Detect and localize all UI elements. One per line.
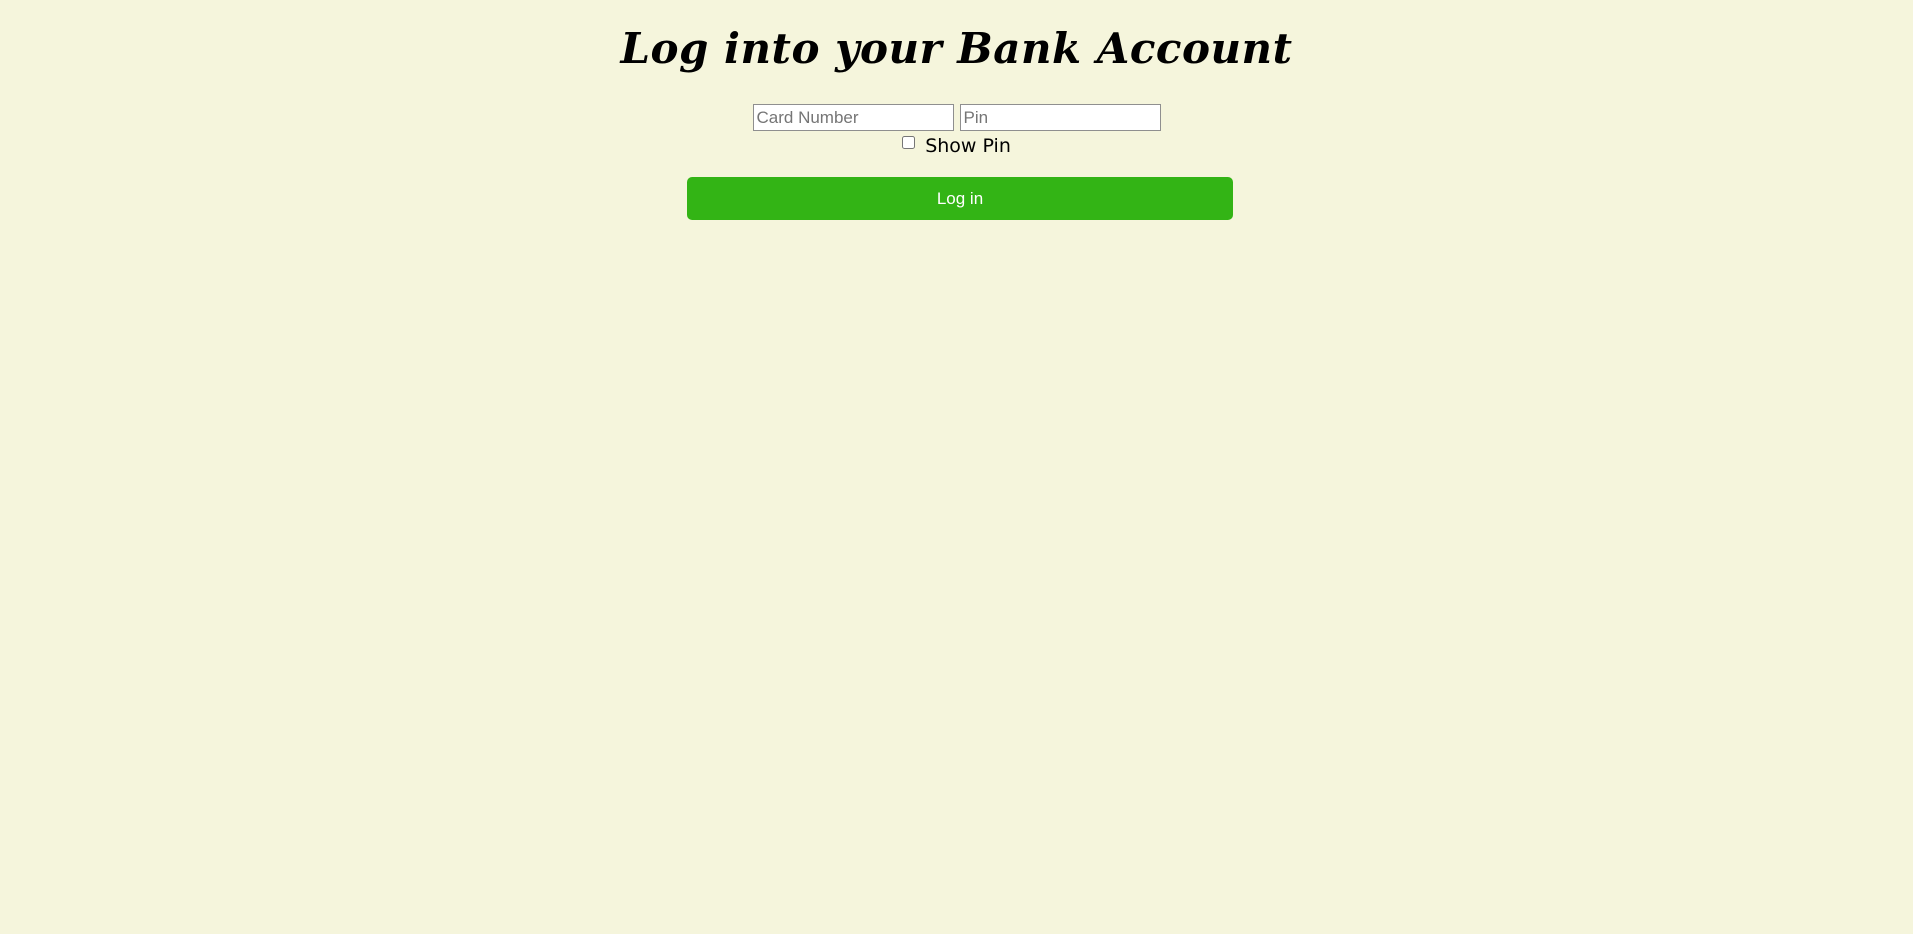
show-pin-row: Show Pin bbox=[0, 133, 1913, 159]
login-button[interactable]: Log in bbox=[687, 177, 1233, 220]
card-number-input[interactable] bbox=[752, 104, 954, 131]
show-pin-label[interactable]: Show Pin bbox=[925, 135, 1011, 157]
pin-input[interactable] bbox=[959, 104, 1161, 131]
page-title: Log into your Bank Account bbox=[620, 24, 1293, 73]
credentials-row bbox=[0, 104, 1913, 131]
show-pin-checkbox[interactable] bbox=[902, 136, 916, 149]
